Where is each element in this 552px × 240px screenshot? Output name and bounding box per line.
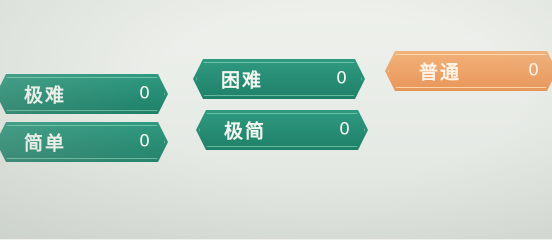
difficulty-button-easy[interactable]: 简单 0 xyxy=(0,122,168,162)
difficulty-count: 0 xyxy=(139,131,150,152)
difficulty-label: 极难 xyxy=(24,84,67,107)
difficulty-label: 普通 xyxy=(419,61,462,84)
difficulty-button-extreme[interactable]: 极难 0 xyxy=(0,74,168,114)
difficulty-button-normal[interactable]: 普通 0 xyxy=(385,51,552,91)
difficulty-count: 0 xyxy=(336,68,347,89)
difficulty-label: 极简 xyxy=(224,120,267,143)
difficulty-button-very-easy[interactable]: 极简 0 xyxy=(196,110,368,150)
difficulty-label: 困难 xyxy=(221,69,264,92)
difficulty-count: 0 xyxy=(528,60,539,81)
difficulty-count: 0 xyxy=(139,83,150,104)
difficulty-count: 0 xyxy=(339,119,350,140)
difficulty-select-screen: 极难 0 困难 0 普通 0 简单 0 极简 0 xyxy=(0,0,552,239)
difficulty-label: 简单 xyxy=(24,132,67,155)
difficulty-button-hard[interactable]: 困难 0 xyxy=(193,59,365,99)
